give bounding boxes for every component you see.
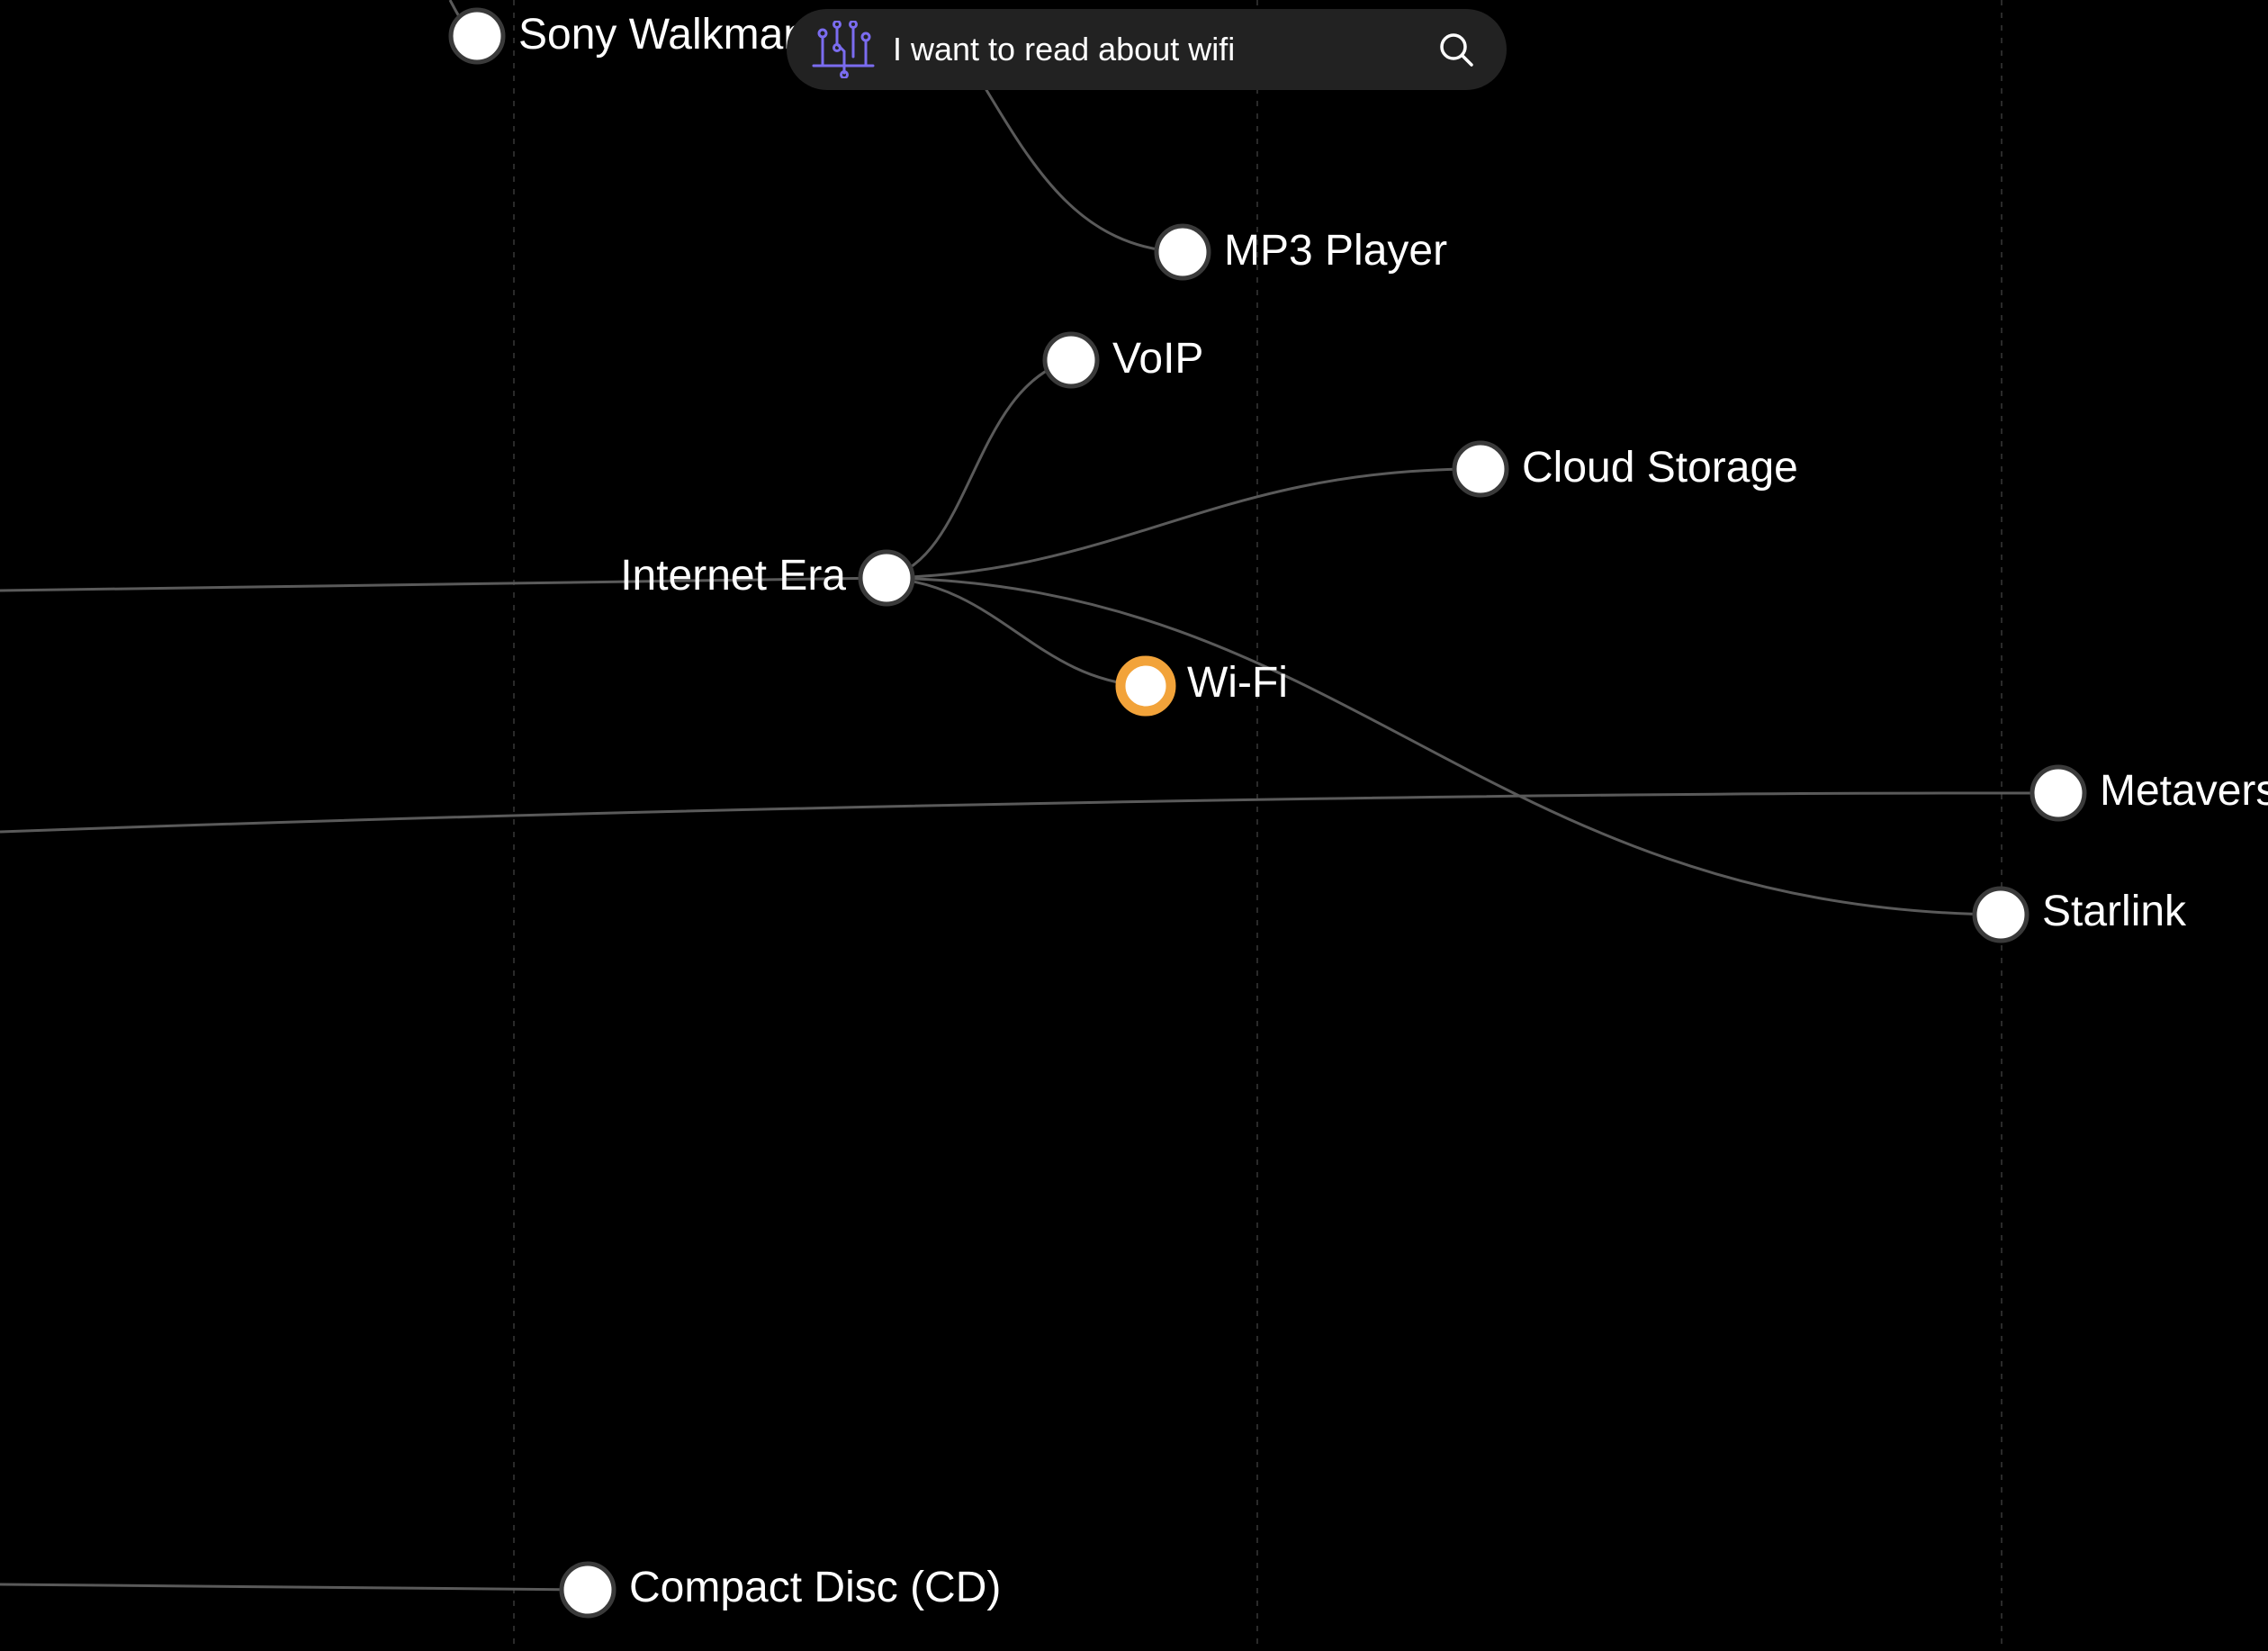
node-label[interactable]: Sony Walkman xyxy=(518,11,807,59)
node-circle[interactable] xyxy=(1452,440,1509,498)
node-label[interactable]: Internet Era xyxy=(620,552,846,600)
node-circle-selected[interactable] xyxy=(1115,655,1176,717)
node-compact-disc[interactable]: Compact Disc (CD) xyxy=(559,1561,1001,1619)
search-input[interactable] xyxy=(893,23,1429,77)
node-voip[interactable]: VoIP xyxy=(1042,331,1203,389)
node-circle[interactable] xyxy=(559,1561,616,1619)
node-sony-walkman[interactable]: Sony Walkman xyxy=(448,7,807,65)
node-label[interactable]: Cloud Storage xyxy=(1522,444,1798,492)
node-circle[interactable] xyxy=(1972,886,2030,943)
edge-internet-era-voip xyxy=(886,358,1072,580)
circuit-tree-icon xyxy=(810,21,877,78)
edge-internet-era-cloud-storage xyxy=(886,467,1481,580)
node-label[interactable]: Compact Disc (CD) xyxy=(629,1564,1001,1611)
node-circle[interactable] xyxy=(2030,764,2087,822)
edge-metaverse-incoming xyxy=(0,791,2059,834)
edge-mp3-player-incoming xyxy=(979,80,1184,254)
node-label[interactable]: Wi-Fi xyxy=(1187,659,1288,707)
node-metaverse[interactable]: Metaverse xyxy=(2030,764,2268,822)
search-bar[interactable] xyxy=(787,9,1507,90)
search-icon[interactable] xyxy=(1429,23,1483,77)
node-label[interactable]: Metaverse xyxy=(2100,767,2268,815)
node-mp3-player[interactable]: MP3 Player xyxy=(1154,223,1447,281)
node-internet-era[interactable]: Internet Era xyxy=(620,549,915,607)
node-circle[interactable] xyxy=(1042,331,1100,389)
node-label[interactable]: Starlink xyxy=(2042,888,2187,935)
node-circle[interactable] xyxy=(448,7,506,65)
timeline-graph[interactable]: Sony Walkman MP3 Player VoIP Cloud Stora… xyxy=(0,0,2268,1651)
node-circle[interactable] xyxy=(858,549,915,607)
node-circle[interactable] xyxy=(1154,223,1211,281)
node-label[interactable]: VoIP xyxy=(1112,335,1203,383)
edge-compact-disc-incoming xyxy=(0,1583,589,1592)
node-cloud-storage[interactable]: Cloud Storage xyxy=(1452,440,1798,498)
edge-internet-era-starlink xyxy=(886,576,2002,916)
edge-internet-era-wi-fi xyxy=(886,576,1147,688)
node-label[interactable]: MP3 Player xyxy=(1224,227,1447,275)
node-starlink[interactable]: Starlink xyxy=(1972,886,2187,943)
node-wi-fi[interactable]: Wi-Fi xyxy=(1115,655,1288,717)
